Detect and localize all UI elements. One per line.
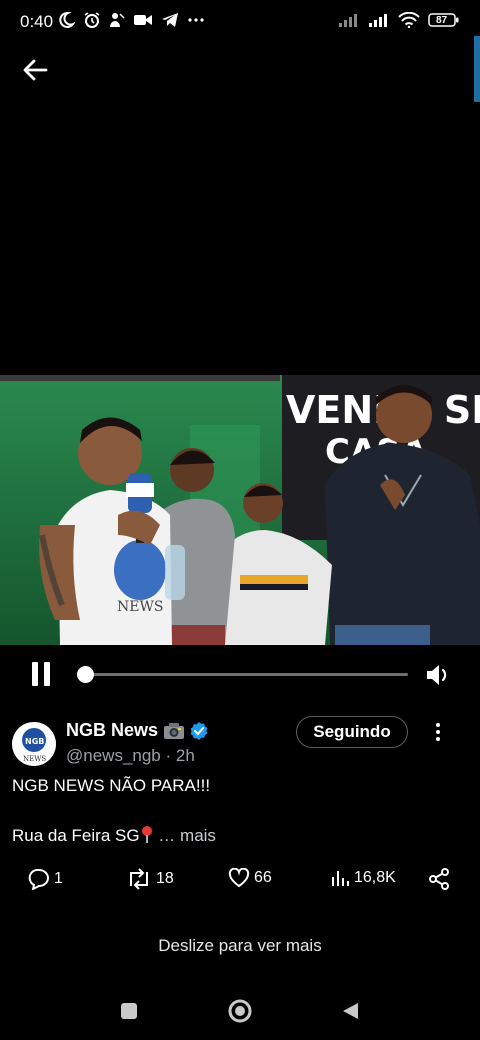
author-handle: @news_ngb · 2h [66, 746, 195, 766]
video-frame: VENDE SE CASA NEWS [0, 375, 480, 645]
wifi-icon [398, 12, 420, 28]
post-time: · 2h [165, 746, 195, 765]
video-controls [0, 650, 480, 698]
progress-track[interactable] [78, 673, 408, 676]
post-text-line2: Rua da Feira SG … mais [12, 825, 216, 846]
swipe-hint: Deslize para ver mais [158, 936, 322, 955]
like-icon [228, 868, 250, 888]
volume-icon[interactable] [425, 662, 453, 688]
author-name[interactable]: NGB News [66, 720, 158, 741]
repost-count: 18 [156, 870, 174, 887]
dnd-icon [109, 11, 125, 29]
square-icon[interactable] [120, 1002, 138, 1020]
see-more-link[interactable]: … mais [158, 826, 216, 845]
moon-icon [57, 11, 75, 29]
following-button[interactable]: Seguindo [296, 716, 408, 748]
avatar[interactable]: NGB NEWS [12, 722, 56, 766]
battery-level: 87 [435, 14, 448, 26]
view-count: 16,8K [354, 869, 396, 886]
signal-icon [368, 12, 390, 28]
pin-icon [140, 825, 154, 843]
repost-button[interactable]: 18 [126, 868, 174, 890]
post-header: NGB NEWS NGB News @news_ngb · 2h Seguind… [12, 716, 468, 774]
video-icon [133, 12, 153, 28]
post-actions: 1 18 66 16,8K [0, 868, 480, 898]
views-icon [330, 868, 350, 888]
reply-button[interactable]: 1 [28, 868, 63, 890]
more-dots-icon [187, 17, 205, 23]
scroll-indicator [474, 36, 480, 102]
views-button[interactable]: 16,8K [330, 868, 396, 888]
like-count: 66 [254, 869, 272, 886]
camera-emoji-icon [163, 722, 185, 740]
battery-icon: 87 [428, 12, 460, 28]
triangle-back-icon[interactable] [340, 1001, 360, 1021]
telegram-icon [161, 12, 179, 28]
alarm-icon [83, 11, 101, 29]
shirt-logo-text: NEWS [117, 599, 163, 615]
progress-thumb[interactable] [76, 666, 94, 683]
back-arrow-icon[interactable] [20, 56, 50, 84]
pause-icon[interactable] [30, 662, 54, 688]
handle-text: @news_ngb [66, 746, 161, 765]
video-player[interactable]: VENDE SE CASA NEWS [0, 375, 480, 645]
verified-badge-icon [189, 721, 209, 741]
like-button[interactable]: 66 [228, 868, 272, 888]
home-icon[interactable] [227, 998, 253, 1024]
share-button[interactable] [428, 868, 450, 890]
status-bar: 0:40 87 [0, 0, 480, 44]
avatar-text: NGB [25, 737, 44, 746]
avatar-subtext: NEWS [23, 755, 46, 763]
post-text-location: Rua da Feira SG [12, 826, 140, 845]
signal-icon [338, 12, 360, 28]
repost-icon [126, 868, 152, 890]
post-text-line1: NGB NEWS NÃO PARA!!! [12, 776, 211, 795]
share-icon [428, 868, 450, 890]
kebab-icon[interactable] [428, 720, 448, 744]
system-nav-bar [0, 990, 480, 1034]
see-more-label: mais [180, 826, 216, 845]
status-time: 0:40 [20, 12, 54, 31]
reply-count: 1 [54, 870, 63, 887]
reply-icon [28, 868, 50, 890]
